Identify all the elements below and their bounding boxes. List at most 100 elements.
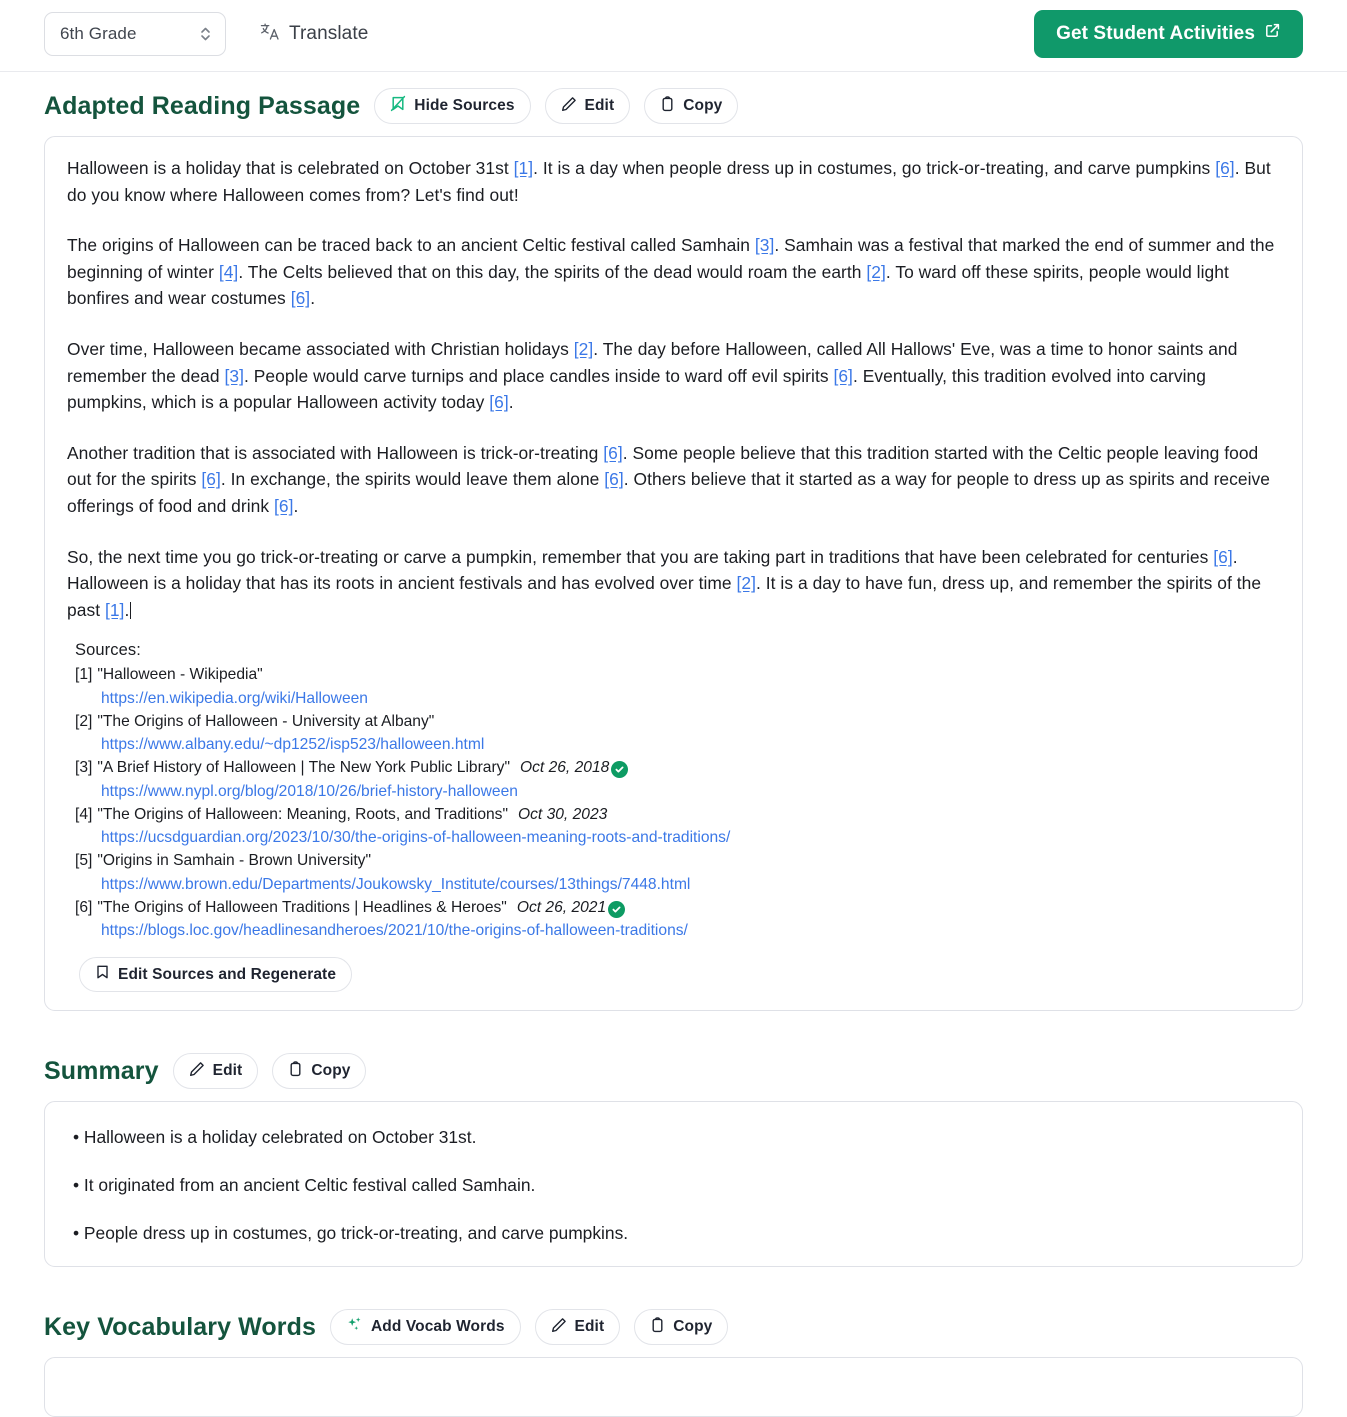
sources-label: Sources: — [75, 641, 141, 660]
source-title: "The Origins of Halloween: Meaning, Root… — [97, 805, 508, 823]
citation-link[interactable]: [2] — [574, 339, 594, 359]
page-title: Adapted Reading Passage — [44, 91, 361, 120]
citation-link[interactable]: [6] — [274, 496, 294, 516]
edit-sources-label: Edit Sources and Regenerate — [118, 965, 337, 983]
hide-sources-button[interactable]: Hide Sources — [374, 88, 531, 124]
pencil-icon — [189, 1061, 205, 1082]
add-vocab-words-label: Add Vocab Words — [371, 1318, 505, 1336]
source-entry: [2] "The Origins of Halloween - Universit… — [75, 711, 1280, 758]
source-url-link[interactable]: https://www.brown.edu/Departments/Joukow… — [75, 873, 1280, 897]
passage-body[interactable]: Halloween is a holiday that is celebrate… — [67, 155, 1280, 623]
summary-edit-label: Edit — [212, 1062, 243, 1080]
citation-link[interactable]: [6] — [1215, 158, 1235, 178]
hide-sources-icon — [390, 95, 406, 117]
summary-bullet: • People dress up in costumes, go trick-… — [73, 1223, 629, 1244]
citation-link[interactable]: [1] — [514, 158, 534, 178]
bookmark-icon — [95, 964, 110, 985]
source-url-link[interactable]: https://www.nypl.org/blog/2018/10/26/bri… — [75, 780, 1280, 804]
translate-button[interactable]: Translate — [250, 16, 378, 51]
summary-section-header: Summary Edit Copy — [0, 1053, 1347, 1090]
source-title: "Origins in Samhain - Brown University" — [97, 852, 371, 870]
citation-link[interactable]: [6] — [201, 469, 221, 489]
source-date: Oct 30, 2023 — [518, 805, 608, 823]
clipboard-icon — [288, 1061, 303, 1082]
get-student-activities-button[interactable]: Get Student Activities — [1034, 9, 1303, 58]
citation-link[interactable]: [2] — [737, 573, 757, 593]
source-title: "The Origins of Halloween - University a… — [97, 712, 435, 730]
clipboard-icon — [660, 95, 675, 117]
passage-copy-label: Copy — [683, 97, 723, 114]
source-number: [1] — [75, 666, 93, 684]
vocab-copy-button[interactable]: Copy — [634, 1309, 729, 1346]
summary-bullet: • Halloween is a holiday celebrated on O… — [73, 1127, 477, 1148]
vocab-edit-label: Edit — [574, 1318, 605, 1336]
source-row: [2] "The Origins of Halloween - Universit… — [75, 711, 1280, 734]
chevron-updown-icon — [199, 25, 212, 43]
passage-paragraph: Over time, Halloween became associated w… — [67, 338, 1238, 413]
vocab-section-header: Key Vocabulary Words Add Vocab Words Edi… — [0, 1309, 1347, 1346]
source-row: [5] "Origins in Samhain - Brown Universit… — [75, 850, 1280, 873]
vocab-title: Key Vocabulary Words — [44, 1312, 316, 1341]
vocab-edit-button[interactable]: Edit — [534, 1309, 621, 1346]
source-row: [1] "Halloween - Wikipedia" — [75, 664, 1280, 687]
top-toolbar: 6th Grade Translate Get Student Activiti… — [0, 0, 1347, 72]
source-number: [4] — [75, 805, 93, 823]
summary-copy-label: Copy — [311, 1062, 351, 1080]
citation-link[interactable]: [1] — [105, 600, 125, 620]
source-number: [3] — [75, 759, 93, 777]
source-entry: [1] "Halloween - Wikipedia" https://en.wik… — [75, 664, 1280, 711]
source-title: "A Brief History of Halloween | The New … — [97, 759, 510, 777]
source-number: [2] — [75, 712, 93, 730]
source-number: [5] — [75, 852, 93, 870]
citation-link[interactable]: [6] — [291, 288, 311, 308]
passage-edit-button[interactable]: Edit — [544, 88, 631, 124]
citation-link[interactable]: [6] — [833, 366, 853, 386]
passage-section-header: Adapted Reading Passage Hide Sources Edi… — [0, 88, 1347, 124]
passage-paragraph: Another tradition that is associated wit… — [67, 442, 1270, 516]
sources-list: Sources: [1] "Halloween - Wikipedia" https… — [67, 641, 1280, 993]
source-date: Oct 26, 2021 — [516, 898, 607, 916]
source-entry: [6] "The Origins of Halloween Traditions … — [75, 897, 1280, 944]
passage-edit-label: Edit — [584, 97, 615, 114]
passage-paragraph: The origins of Halloween can be traced b… — [67, 235, 1275, 309]
get-student-activities-label: Get Student Activities — [1056, 22, 1255, 44]
citation-link[interactable]: [2] — [866, 262, 886, 282]
source-number: [6] — [75, 898, 93, 916]
translate-label: Translate — [289, 22, 369, 44]
summary-edit-button[interactable]: Edit — [172, 1053, 259, 1090]
source-entry: [3] "A Brief History of Halloween | The N… — [75, 757, 1280, 804]
verified-check-icon — [608, 900, 626, 918]
citation-link[interactable]: [4] — [219, 262, 239, 282]
add-vocab-words-button[interactable]: Add Vocab Words — [330, 1309, 521, 1346]
verified-check-icon — [611, 761, 629, 779]
grade-level-select[interactable]: 6th Grade — [44, 11, 226, 56]
text-cursor — [130, 601, 132, 619]
pencil-icon — [551, 1317, 567, 1338]
edit-sources-and-regenerate-button[interactable]: Edit Sources and Regenerate — [79, 957, 353, 993]
source-url-link[interactable]: https://blogs.loc.gov/headlinesandheroes… — [75, 919, 1280, 943]
source-entry: [5] "Origins in Samhain - Brown Universit… — [75, 850, 1280, 897]
citation-link[interactable]: [3] — [225, 366, 245, 386]
summary-card: • Halloween is a holiday celebrated on O… — [44, 1101, 1303, 1268]
vocab-card — [44, 1357, 1303, 1417]
source-date: Oct 26, 2018 — [520, 759, 610, 777]
summary-bullet-list: • Halloween is a holiday celebrated on O… — [69, 1124, 1278, 1246]
citation-link[interactable]: [3] — [755, 235, 775, 255]
source-row: [3] "A Brief History of Halloween | The N… — [75, 757, 1280, 780]
citation-link[interactable]: [6] — [604, 469, 624, 489]
external-link-icon — [1264, 22, 1281, 45]
page-root: 6th Grade Translate Get Student Activiti… — [0, 0, 1347, 1417]
source-url-link[interactable]: https://en.wikipedia.org/wiki/Halloween — [75, 687, 1280, 711]
passage-paragraph: So, the next time you go trick-or-treati… — [67, 546, 1262, 620]
sparkles-icon — [346, 1316, 363, 1338]
vocab-copy-label: Copy — [673, 1318, 713, 1336]
summary-copy-button[interactable]: Copy — [272, 1053, 367, 1090]
source-url-link[interactable]: https://ucsdguardian.org/2023/10/30/the-… — [75, 826, 1280, 850]
source-title: "The Origins of Halloween Traditions | H… — [97, 898, 507, 916]
passage-copy-button[interactable]: Copy — [644, 88, 739, 124]
citation-link[interactable]: [6] — [603, 443, 623, 463]
citation-link[interactable]: [6] — [489, 392, 509, 412]
source-url-link[interactable]: https://www.albany.edu/~dp1252/isp523/ha… — [75, 733, 1280, 757]
citation-link[interactable]: [6] — [1213, 547, 1233, 567]
passage-card: Halloween is a holiday that is celebrate… — [44, 136, 1303, 1012]
